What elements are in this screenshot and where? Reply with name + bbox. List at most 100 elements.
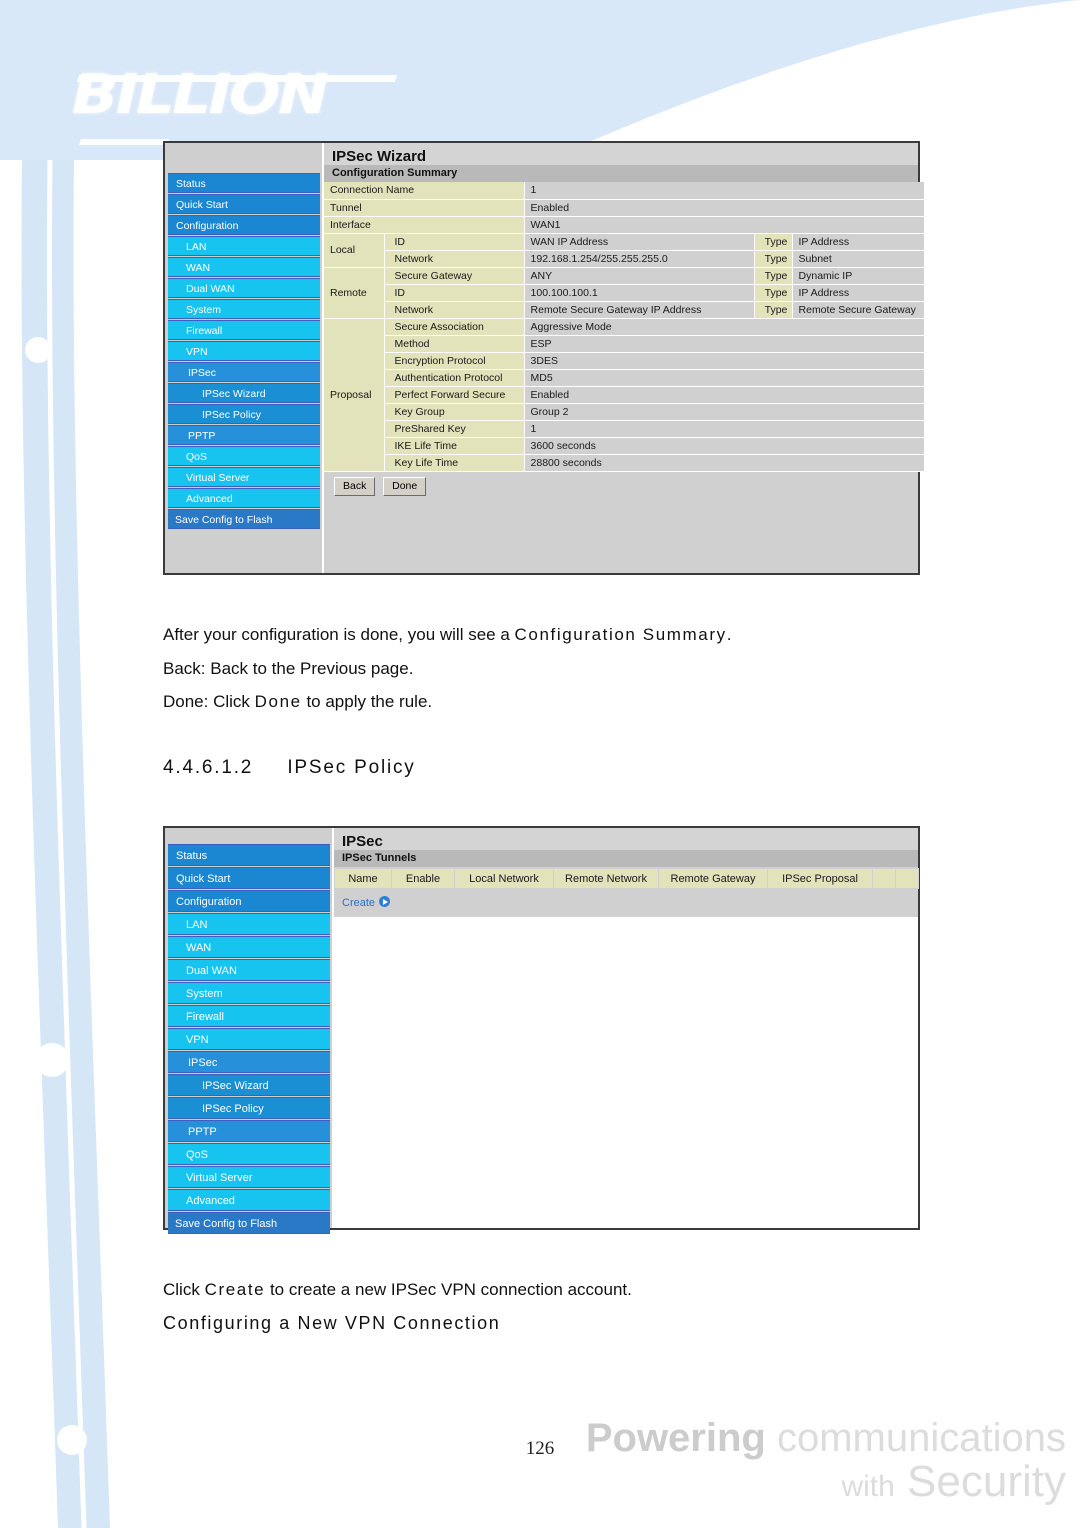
sidebar-item-vpn[interactable]: VPN — [168, 1028, 330, 1050]
policy-section-title: IPSec Tunnels — [334, 850, 918, 867]
sidebar-item-pptp[interactable]: PPTP — [168, 425, 320, 445]
summary-row: Remote Secure Gateway ANY Type Dynamic IP — [324, 267, 925, 319]
sidebar-item-dual-wan[interactable]: Dual WAN — [168, 959, 330, 981]
sidebar-item-label: VPN — [186, 346, 208, 358]
summary-label: Method — [384, 335, 525, 353]
play-circle-icon[interactable] — [379, 896, 391, 907]
paragraph-configuring-new-vpn: Configuring a New VPN Connection — [163, 1313, 501, 1333]
sidebar-item-firewall[interactable]: Firewall — [168, 320, 320, 340]
summary-label: ID — [384, 233, 525, 251]
footer-slogan-security: Security — [907, 1457, 1066, 1506]
sidebar-item-dual-wan[interactable]: Dual WAN — [168, 278, 320, 298]
sidebar-item-label: Firewall — [186, 1011, 224, 1023]
tunnels-col-name: Name — [335, 869, 391, 888]
summary-row: Key Life Time 28800 seconds — [324, 454, 925, 472]
sidebar-item-label: IPSec — [188, 367, 217, 379]
router-sidebar-wizard: Status Quick Start Configuration LAN WAN Dual… — [165, 143, 322, 573]
create-link[interactable]: Create — [342, 897, 375, 909]
summary-row: IKE Life Time 3600 seconds — [324, 437, 925, 455]
sidebar-item-label: WAN — [186, 942, 212, 954]
paragraph-3-prefix: Done: Click — [163, 692, 250, 711]
summary-label: Network — [384, 250, 525, 268]
summary-type-label: Type — [754, 267, 793, 285]
summary-type-label: Type — [754, 233, 793, 251]
tunnels-col-local-network: Local Network — [455, 869, 553, 888]
sidebar-item-system[interactable]: System — [168, 299, 320, 319]
sidebar-item-ipsec[interactable]: IPSec — [168, 1051, 330, 1073]
summary-row: Interface WAN1 — [324, 216, 925, 234]
sidebar-item-configuration[interactable]: Configuration — [168, 215, 320, 235]
sidebar-item-status[interactable]: Status — [168, 844, 330, 866]
section-heading: 4.4.6.1.2 IPSec Policy — [163, 757, 416, 779]
logo-bottom-bar — [79, 139, 169, 145]
summary-label: Encryption Protocol — [384, 352, 525, 370]
footer-slogan-powering: Powering — [585, 1416, 766, 1460]
sidebar-item-ipsec-wizard[interactable]: IPSec Wizard — [168, 383, 320, 403]
ipsec-tunnels-table-wrap: Name Enable Local Network Remote Network Rem… — [334, 867, 919, 889]
footer-slogan-with: with — [841, 1470, 895, 1503]
sidebar-item-virtual-server[interactable]: Virtual Server — [168, 1166, 330, 1188]
sidebar-item-label: IPSec Policy — [202, 409, 261, 421]
sidebar-item-firewall[interactable]: Firewall — [168, 1005, 330, 1027]
summary-row: ID 100.100.100.1 Type IP Address — [324, 284, 925, 302]
sidebar-item-quick-start[interactable]: Quick Start — [168, 867, 330, 889]
paragraph-back: Back: Back to the Previous page. — [163, 659, 414, 678]
sidebar-item-configuration[interactable]: Configuration — [168, 890, 330, 912]
sidebar-item-save-config-to-flash[interactable]: Save Config to Flash — [168, 1212, 330, 1234]
summary-type-value: Subnet — [792, 250, 925, 268]
back-button[interactable]: Back — [334, 476, 376, 496]
sidebar-item-ipsec-policy[interactable]: IPSec Policy — [168, 1097, 330, 1119]
sidebar-item-lan[interactable]: LAN — [168, 913, 330, 935]
summary-row: Connection Name 1 — [324, 182, 925, 200]
paragraph-done: Done: Click Done to apply the rule. — [163, 692, 432, 712]
wizard-section-title: Configuration Summary — [324, 165, 918, 182]
ipsec-policy-screenshot: Status Quick Start Configuration LAN WAN Dual… — [163, 826, 920, 1234]
summary-label: Authentication Protocol — [384, 369, 525, 387]
sidebar-item-label: Dual WAN — [186, 283, 235, 295]
paragraph-4-suffix: to create a new IPSec VPN connection acc… — [269, 1280, 632, 1299]
sidebar-item-wan[interactable]: WAN — [168, 936, 330, 958]
done-button[interactable]: Done — [383, 476, 427, 496]
summary-row: Proposal Secure Association Aggressive Mod… — [324, 318, 925, 472]
tunnels-col-ipsec-proposal: IPSec Proposal — [768, 869, 872, 888]
sidebar-item-vpn[interactable]: VPN — [168, 341, 320, 361]
summary-row: Encryption Protocol 3DES — [324, 352, 925, 370]
footer-slogan-line-2: with Security — [586, 1460, 1066, 1504]
sidebar-item-label: LAN — [186, 919, 208, 931]
summary-row: Network 192.168.1.254/255.255.255.0 Type Su… — [324, 250, 925, 268]
sidebar-item-label: Advanced — [186, 493, 233, 505]
sidebar-item-save-config-to-flash[interactable]: Save Config to Flash — [168, 509, 320, 529]
sidebar-item-quick-start[interactable]: Quick Start — [168, 194, 320, 214]
sidebar-item-advanced[interactable]: Advanced — [168, 488, 320, 508]
tunnels-col-remote-network: Remote Network — [554, 869, 658, 888]
sidebar-item-lan[interactable]: LAN — [168, 236, 320, 256]
footer-slogan: Powering communications with Security — [586, 1418, 1066, 1504]
sidebar-item-pptp[interactable]: PPTP — [168, 1120, 330, 1142]
sidebar-item-status[interactable]: Status — [168, 173, 320, 193]
paragraph-1-emphasis: Configuration Summary — [514, 625, 727, 644]
sidebar-item-qos[interactable]: QoS — [168, 446, 320, 466]
sidebar-item-label: Dual WAN — [186, 965, 237, 977]
paragraph-1-text: After your configuration is done, you wi… — [163, 625, 510, 644]
summary-label: Tunnel — [324, 199, 525, 217]
sidebar-item-ipsec[interactable]: IPSec — [168, 362, 320, 382]
summary-row: Tunnel Enabled — [324, 199, 925, 217]
configuration-summary-table: Connection Name 1 Tunnel Enabled Interface WA… — [324, 182, 925, 472]
ipsec-wizard-screenshot: Status Quick Start Configuration LAN WAN Dual… — [163, 141, 925, 575]
billion-logo: BILLION — [72, 63, 329, 126]
sidebar-item-system[interactable]: System — [168, 982, 330, 1004]
sidebar-item-ipsec-wizard[interactable]: IPSec Wizard — [168, 1074, 330, 1096]
sidebar-item-qos[interactable]: QoS — [168, 1143, 330, 1165]
sidebar-item-label: Advanced — [186, 1195, 235, 1207]
sidebar-item-virtual-server[interactable]: Virtual Server — [168, 467, 320, 487]
sidebar-item-advanced[interactable]: Advanced — [168, 1189, 330, 1211]
paragraph-4-prefix: Click — [163, 1280, 200, 1299]
sidebar-logo-area-2 — [168, 828, 330, 844]
sidebar-item-wan[interactable]: WAN — [168, 257, 320, 277]
summary-value: 192.168.1.254/255.255.255.0 — [524, 250, 755, 268]
summary-value: 3600 seconds — [524, 437, 925, 455]
summary-type-label: Type — [754, 284, 793, 302]
sidebar-item-ipsec-policy[interactable]: IPSec Policy — [168, 404, 320, 424]
create-row: Create — [334, 889, 918, 917]
summary-value: Group 2 — [524, 403, 925, 421]
